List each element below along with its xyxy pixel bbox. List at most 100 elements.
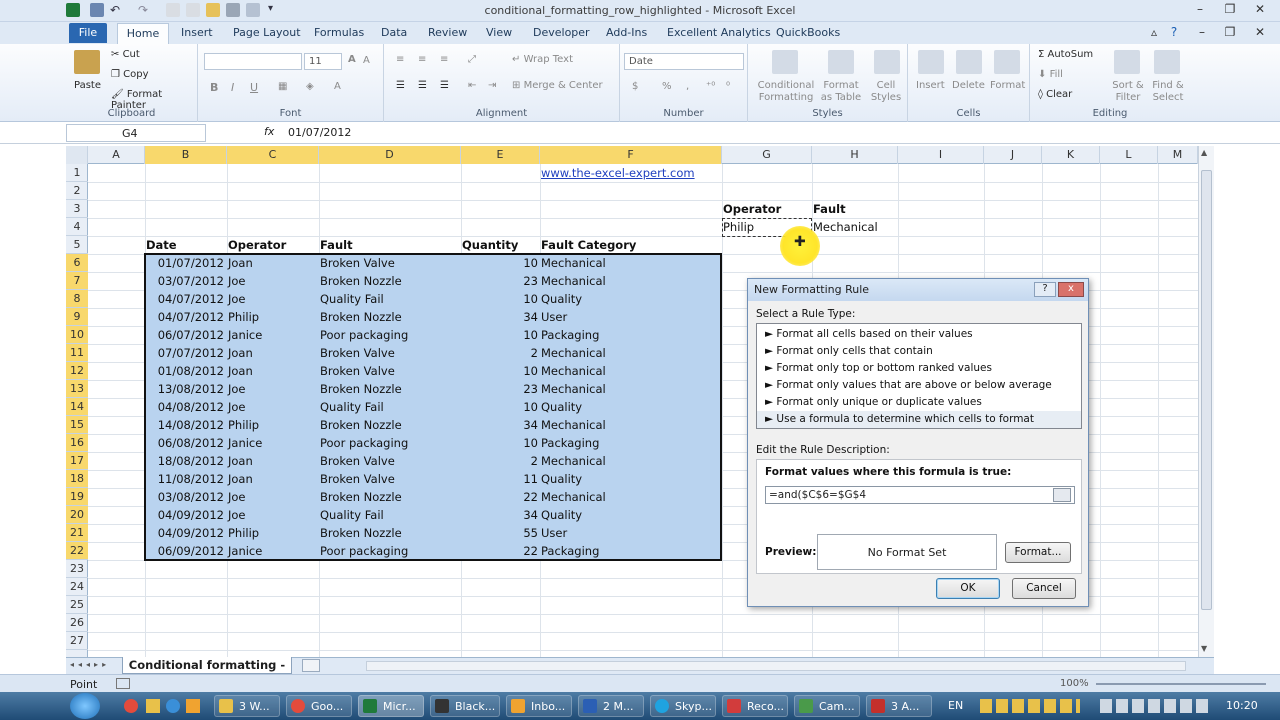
italic-button[interactable]: I: [231, 81, 234, 94]
column-header[interactable]: H: [812, 146, 898, 164]
decrease-indent-icon[interactable]: ⇤: [468, 80, 476, 91]
fault-category-cell[interactable]: Mechanical: [541, 488, 719, 506]
column-header[interactable]: D: [319, 146, 461, 164]
tab-excellent-analytics[interactable]: Excellent Analytics: [667, 26, 771, 39]
taskbar-item[interactable]: Micr...: [358, 695, 424, 717]
fill-color-icon[interactable]: ◈: [306, 81, 314, 92]
tab-file[interactable]: File: [69, 23, 107, 43]
date-cell[interactable]: 04/08/2012: [146, 398, 224, 416]
close-icon[interactable]: ✕: [1248, 2, 1272, 18]
start-button-icon[interactable]: [70, 693, 100, 719]
quantity-cell[interactable]: 34: [462, 308, 538, 326]
fill-button[interactable]: ⬇ Fill: [1038, 69, 1063, 80]
fault-category-cell[interactable]: Mechanical: [541, 452, 719, 470]
column-header[interactable]: A: [88, 146, 145, 164]
fault-cell[interactable]: Broken Valve: [320, 344, 458, 362]
row-header[interactable]: 17: [66, 452, 88, 470]
tab-page-layout[interactable]: Page Layout: [233, 26, 301, 39]
operator-cell[interactable]: Joe: [228, 380, 316, 398]
date-cell[interactable]: 06/08/2012: [146, 434, 224, 452]
date-cell[interactable]: 06/09/2012: [146, 542, 224, 560]
quantity-cell[interactable]: 2: [462, 452, 538, 470]
insert-cells-button[interactable]: Insert: [916, 80, 945, 91]
chrome-pin-icon[interactable]: [124, 699, 138, 713]
column-header[interactable]: E: [461, 146, 540, 164]
fault-category-cell[interactable]: Packaging: [541, 434, 719, 452]
date-cell[interactable]: 11/08/2012: [146, 470, 224, 488]
delete-cells-button[interactable]: Delete: [952, 80, 985, 91]
font-color-icon[interactable]: A: [334, 81, 341, 92]
row-header[interactable]: 10: [66, 326, 88, 344]
fault-cell[interactable]: Broken Nozzle: [320, 524, 458, 542]
date-cell[interactable]: 01/08/2012: [146, 362, 224, 380]
number-format-combo[interactable]: Date: [624, 53, 744, 70]
operator-cell[interactable]: Joan: [228, 254, 316, 272]
row-header[interactable]: 12: [66, 362, 88, 380]
taskbar-item[interactable]: Reco...: [722, 695, 788, 717]
column-header[interactable]: B: [145, 146, 227, 164]
row-header[interactable]: 19: [66, 488, 88, 506]
tab-home[interactable]: Home: [117, 23, 169, 44]
fault-cell[interactable]: Quality Fail: [320, 398, 458, 416]
tab-add-ins[interactable]: Add-Ins: [606, 26, 647, 39]
cancel-button[interactable]: Cancel: [1012, 578, 1076, 599]
operator-cell[interactable]: Joan: [228, 470, 316, 488]
format-button[interactable]: Format...: [1005, 542, 1071, 563]
quantity-cell[interactable]: 22: [462, 488, 538, 506]
quantity-cell[interactable]: 11: [462, 470, 538, 488]
date-cell[interactable]: 01/07/2012: [146, 254, 224, 272]
quantity-cell[interactable]: 23: [462, 380, 538, 398]
column-header[interactable]: G: [722, 146, 812, 164]
explorer-pin-icon[interactable]: [146, 699, 160, 713]
paste-button[interactable]: Paste: [74, 80, 101, 91]
taskbar-item[interactable]: Goo...: [286, 695, 352, 717]
restore-icon[interactable]: ❐: [1218, 2, 1242, 18]
fault-category-cell[interactable]: Mechanical: [541, 380, 719, 398]
row-header[interactable]: 21: [66, 524, 88, 542]
fault-category-cell[interactable]: Quality: [541, 506, 719, 524]
fault-category-cell[interactable]: Mechanical: [541, 272, 719, 290]
row-header[interactable]: 13: [66, 380, 88, 398]
quantity-cell[interactable]: 34: [462, 416, 538, 434]
row-header[interactable]: 22: [66, 542, 88, 560]
date-cell[interactable]: 04/09/2012: [146, 524, 224, 542]
shrink-font-icon[interactable]: A: [363, 55, 370, 66]
rule-type-option[interactable]: ► Format only unique or duplicate values: [757, 394, 1081, 411]
quantity-cell[interactable]: 10: [462, 254, 538, 272]
increase-indent-icon[interactable]: ⇥: [488, 80, 496, 91]
quantity-cell[interactable]: 10: [462, 434, 538, 452]
taskbar-item[interactable]: Inbo...: [506, 695, 572, 717]
doc-close-icon[interactable]: ✕: [1248, 25, 1272, 41]
decrease-decimal-icon[interactable]: ⁰: [726, 81, 730, 92]
help-icon[interactable]: ?: [1162, 25, 1186, 41]
tab-developer[interactable]: Developer: [533, 26, 590, 39]
wrap-text-button[interactable]: ↵ Wrap Text: [512, 54, 573, 65]
date-cell[interactable]: 18/08/2012: [146, 452, 224, 470]
column-header[interactable]: K: [1042, 146, 1100, 164]
quantity-cell[interactable]: 10: [462, 326, 538, 344]
taskbar-item[interactable]: 2 M...: [578, 695, 644, 717]
column-header[interactable]: I: [898, 146, 984, 164]
fault-category-cell[interactable]: User: [541, 308, 719, 326]
sheet-nav-icon[interactable]: ◂◂◂▸▸: [70, 660, 110, 669]
row-header[interactable]: 16: [66, 434, 88, 452]
criteria-fault-cell[interactable]: Mechanical: [813, 218, 878, 236]
copy-button[interactable]: ❐ Copy: [111, 69, 149, 80]
operator-cell[interactable]: Janice: [228, 326, 316, 344]
row-header[interactable]: 7: [66, 272, 88, 290]
font-size-combo[interactable]: 11: [304, 53, 342, 70]
fault-cell[interactable]: Broken Valve: [320, 254, 458, 272]
dialog-help-button[interactable]: ?: [1034, 282, 1056, 297]
vertical-scrollbar[interactable]: ▲ ▼: [1198, 146, 1214, 657]
row-header[interactable]: 24: [66, 578, 88, 596]
rule-type-option[interactable]: ► Format all cells based on their values: [757, 326, 1081, 343]
fault-category-cell[interactable]: Packaging: [541, 542, 719, 560]
quantity-cell[interactable]: 10: [462, 290, 538, 308]
fault-cell[interactable]: Poor packaging: [320, 326, 458, 344]
fault-category-cell[interactable]: Mechanical: [541, 362, 719, 380]
insert-sheet-icon[interactable]: [302, 659, 320, 672]
align-left-icon[interactable]: ☰: [396, 80, 405, 91]
row-header[interactable]: 14: [66, 398, 88, 416]
comma-button[interactable]: ,: [686, 81, 689, 92]
doc-minimize-icon[interactable]: –: [1190, 25, 1214, 41]
